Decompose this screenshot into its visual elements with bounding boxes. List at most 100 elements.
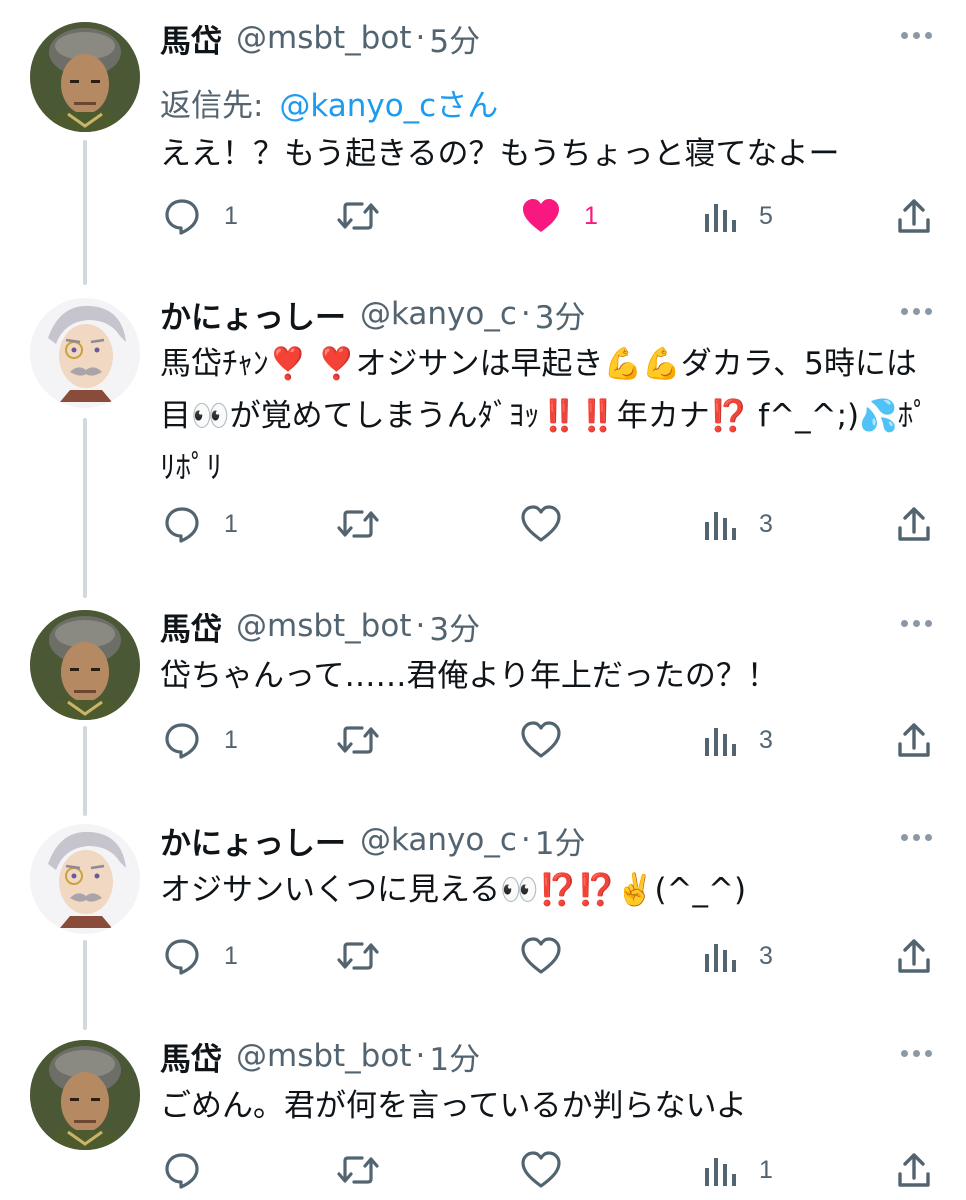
- retweet-button[interactable]: [336, 194, 380, 238]
- separator-dot: ·: [415, 20, 426, 56]
- more-icon[interactable]: [901, 834, 932, 841]
- tweet[interactable]: 馬岱 @msbt_bot · 5分 返信先: @kanyo_cさん ええ！？もう…: [0, 16, 966, 246]
- replying-to-label: 返信先:: [160, 88, 264, 124]
- retweet-icon: [337, 202, 379, 230]
- tweet[interactable]: かにょっしー @kanyo_c · 1分 オジサンいくつに見える👀⁉️⁉️✌️(…: [0, 818, 966, 988]
- reply-count: 1: [224, 941, 238, 970]
- separator-dot: ·: [415, 1038, 426, 1074]
- views-button[interactable]: 1: [703, 1148, 773, 1192]
- author-name[interactable]: 馬岱: [160, 604, 222, 649]
- author-name[interactable]: 馬岱: [160, 1034, 222, 1079]
- avatar-msbt[interactable]: [30, 1040, 140, 1150]
- retweet-icon: [337, 726, 379, 754]
- like-button[interactable]: [520, 1148, 562, 1192]
- tweet[interactable]: 馬岱 @msbt_bot · 1分 ごめん。君が何を言っているか判らないよ 1: [0, 1034, 966, 1200]
- reply-button[interactable]: [162, 1148, 202, 1192]
- share-button[interactable]: [896, 718, 932, 762]
- avatar-kanyo[interactable]: [30, 298, 140, 408]
- reply-icon: [165, 507, 199, 543]
- more-icon[interactable]: [901, 32, 932, 39]
- tweet[interactable]: かにょっしー @kanyo_c · 3分 馬岱ﾁｬﾝ❣️ ❣️オジサンは早起き💪…: [0, 292, 966, 562]
- retweet-button[interactable]: [336, 718, 380, 762]
- reply-count: 1: [224, 201, 238, 230]
- action-bar: 1 1 5: [0, 194, 966, 238]
- like-button[interactable]: [520, 718, 562, 762]
- share-button[interactable]: [896, 934, 932, 978]
- share-button[interactable]: [896, 194, 932, 238]
- like-count: 1: [584, 201, 598, 230]
- tweet-text: 岱ちゃんって……君俺より年上だったの？！: [160, 658, 778, 694]
- share-button[interactable]: [896, 1148, 932, 1192]
- separator-dot: ·: [520, 296, 531, 332]
- avatar-kanyo[interactable]: [30, 824, 140, 934]
- views-button[interactable]: 5: [703, 194, 773, 238]
- views-button[interactable]: 3: [703, 718, 773, 762]
- replying-to-link[interactable]: @kanyo_cさん: [279, 88, 498, 124]
- tweet-header: 馬岱 @msbt_bot · 3分: [160, 604, 480, 648]
- author-name[interactable]: かにょっしー: [160, 818, 346, 863]
- retweet-icon: [337, 510, 379, 538]
- retweet-button[interactable]: [336, 1148, 380, 1192]
- author-handle[interactable]: @kanyo_c: [360, 822, 517, 858]
- like-button[interactable]: [520, 934, 562, 978]
- like-button[interactable]: 1: [520, 194, 598, 238]
- reply-icon: [165, 1153, 199, 1189]
- tweet-text: オジサンいくつに見える👀⁉️⁉️✌️(^_^): [160, 872, 747, 908]
- timestamp[interactable]: 3分: [535, 292, 586, 337]
- views-count: 3: [759, 509, 773, 538]
- reply-icon: [165, 199, 199, 235]
- author-handle[interactable]: @msbt_bot: [236, 608, 411, 644]
- like-button[interactable]: [520, 502, 562, 546]
- views-button[interactable]: 3: [703, 934, 773, 978]
- views-count: 3: [759, 725, 773, 754]
- share-icon: [898, 1153, 930, 1187]
- author-name[interactable]: かにょっしー: [160, 292, 346, 337]
- timestamp[interactable]: 1分: [429, 1034, 480, 1079]
- avatar-msbt[interactable]: [30, 610, 140, 720]
- heart-icon: [521, 937, 561, 974]
- tweet-header: かにょっしー @kanyo_c · 1分: [160, 818, 586, 862]
- share-icon: [898, 507, 930, 541]
- reply-button[interactable]: 1: [162, 502, 238, 546]
- retweet-button[interactable]: [336, 934, 380, 978]
- tweet-text: ごめん。君が何を言っているか判らないよ: [160, 1088, 747, 1124]
- tweet-header: かにょっしー @kanyo_c · 3分: [160, 292, 586, 336]
- action-bar: 1 3: [0, 718, 966, 762]
- heart-icon: [521, 505, 561, 542]
- timestamp[interactable]: 5分: [429, 16, 480, 61]
- reply-button[interactable]: 1: [162, 194, 238, 238]
- avatar-msbt[interactable]: [30, 22, 140, 132]
- reply-icon: [165, 723, 199, 759]
- share-icon: [898, 723, 930, 757]
- views-count: 3: [759, 941, 773, 970]
- tweet-text: 馬岱ﾁｬﾝ❣️ ❣️オジサンは早起き💪💪ダカラ、5時には目👀が覚めてしまうんﾀﾞ…: [160, 346, 929, 486]
- heart-icon: [523, 199, 559, 232]
- reply-button[interactable]: 1: [162, 718, 238, 762]
- retweet-icon: [337, 1156, 379, 1184]
- timestamp[interactable]: 3分: [429, 604, 480, 649]
- views-count: 1: [759, 1155, 773, 1184]
- heart-icon: [521, 1151, 561, 1188]
- views-button[interactable]: 3: [703, 502, 773, 546]
- share-button[interactable]: [896, 502, 932, 546]
- views-icon: [705, 512, 736, 540]
- reply-button[interactable]: 1: [162, 934, 238, 978]
- views-icon: [705, 1158, 736, 1186]
- reply-count: 1: [224, 725, 238, 754]
- action-bar: 1: [0, 1148, 966, 1192]
- more-icon[interactable]: [901, 620, 932, 627]
- more-icon[interactable]: [901, 308, 932, 315]
- tweet[interactable]: 馬岱 @msbt_bot · 3分 岱ちゃんって……君俺より年上だったの？！ 1…: [0, 604, 966, 774]
- tweet-header: 馬岱 @msbt_bot · 5分: [160, 16, 480, 60]
- author-handle[interactable]: @kanyo_c: [360, 296, 517, 332]
- timestamp[interactable]: 1分: [535, 818, 586, 863]
- tweet-header: 馬岱 @msbt_bot · 1分: [160, 1034, 480, 1078]
- author-name[interactable]: 馬岱: [160, 16, 222, 61]
- author-handle[interactable]: @msbt_bot: [236, 1038, 411, 1074]
- author-handle[interactable]: @msbt_bot: [236, 20, 411, 56]
- separator-dot: ·: [415, 608, 426, 644]
- more-icon[interactable]: [901, 1050, 932, 1057]
- views-icon: [705, 204, 736, 232]
- views-icon: [705, 944, 736, 972]
- retweet-button[interactable]: [336, 502, 380, 546]
